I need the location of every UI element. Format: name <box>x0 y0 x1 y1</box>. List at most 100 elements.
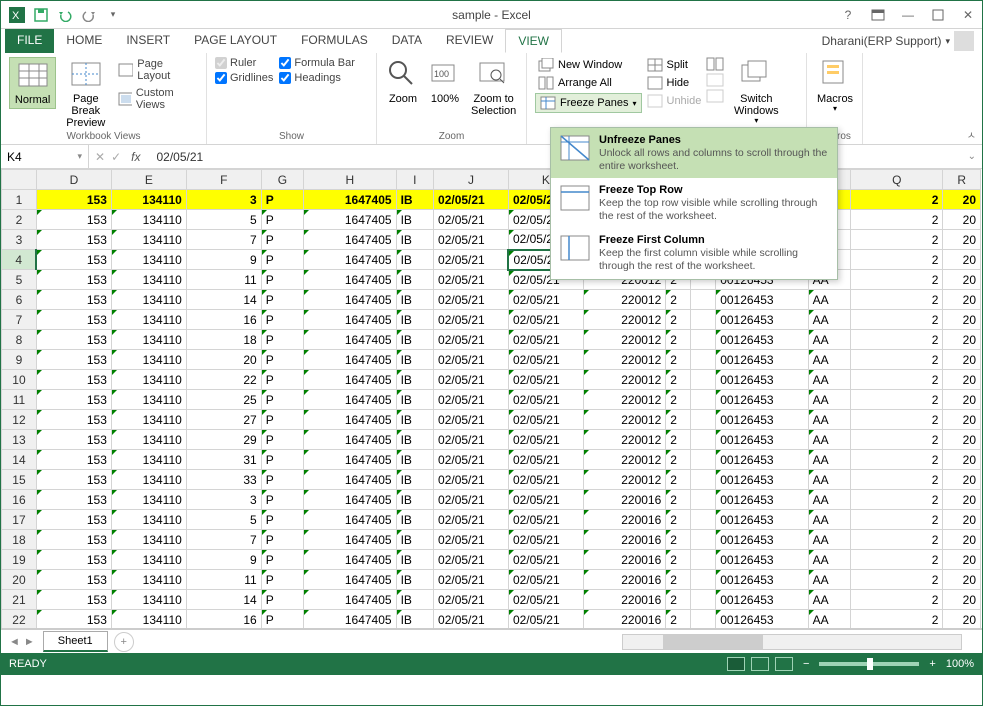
cell[interactable]: IB <box>396 310 433 330</box>
row-header-1[interactable]: 1 <box>2 190 37 210</box>
cell[interactable]: 134110 <box>111 610 186 630</box>
help-icon[interactable]: ? <box>838 5 858 25</box>
cell[interactable]: P <box>261 530 303 550</box>
cell[interactable]: AA <box>808 310 850 330</box>
row-header-3[interactable]: 3 <box>2 230 37 250</box>
cell[interactable]: 02/05/21 <box>434 210 509 230</box>
zoom-100-button[interactable]: 100 100% <box>427 57 463 107</box>
cell[interactable]: 27 <box>186 410 261 430</box>
cell[interactable]: IB <box>396 590 433 610</box>
cell[interactable]: 2 <box>851 250 943 270</box>
cell[interactable]: 2 <box>851 470 943 490</box>
sheet-nav-prev-icon[interactable]: ◄ <box>9 636 20 648</box>
cell[interactable]: 2 <box>851 490 943 510</box>
cell[interactable]: 02/05/21 <box>508 510 583 530</box>
cell[interactable] <box>691 310 716 330</box>
redo-icon[interactable] <box>81 7 97 23</box>
cell[interactable]: 2 <box>666 370 691 390</box>
cell[interactable]: 02/05/21 <box>434 350 509 370</box>
cell[interactable]: 2 <box>666 550 691 570</box>
cell[interactable]: 02/05/21 <box>508 310 583 330</box>
cell[interactable]: 220012 <box>583 470 665 490</box>
cell[interactable]: IB <box>396 530 433 550</box>
cell[interactable]: 220012 <box>583 350 665 370</box>
cell[interactable]: 2 <box>851 210 943 230</box>
row-header-17[interactable]: 17 <box>2 510 37 530</box>
cell[interactable]: 153 <box>36 230 111 250</box>
cell[interactable] <box>691 290 716 310</box>
cell[interactable]: 2 <box>851 430 943 450</box>
cell[interactable]: 1647405 <box>304 290 396 310</box>
cell[interactable]: P <box>261 610 303 630</box>
save-icon[interactable] <box>33 7 49 23</box>
cell[interactable]: 02/05/21 <box>434 250 509 270</box>
cell[interactable]: 11 <box>186 270 261 290</box>
cell[interactable]: IB <box>396 490 433 510</box>
cell[interactable] <box>691 530 716 550</box>
cell[interactable]: 134110 <box>111 290 186 310</box>
cell[interactable]: AA <box>808 590 850 610</box>
cell[interactable]: 153 <box>36 550 111 570</box>
cell[interactable]: 02/05/21 <box>434 590 509 610</box>
cell[interactable]: 153 <box>36 270 111 290</box>
cell[interactable]: 3 <box>186 490 261 510</box>
cell[interactable]: 02/05/21 <box>508 350 583 370</box>
cell[interactable]: 134110 <box>111 190 186 210</box>
cell[interactable]: IB <box>396 270 433 290</box>
cell[interactable]: 00126453 <box>716 430 808 450</box>
cell[interactable]: AA <box>808 510 850 530</box>
tab-formulas[interactable]: FORMULAS <box>289 29 380 53</box>
cell[interactable]: 02/05/21 <box>508 410 583 430</box>
cell[interactable]: 220012 <box>583 290 665 310</box>
cell[interactable]: 00126453 <box>716 410 808 430</box>
cell[interactable]: 1647405 <box>304 470 396 490</box>
cell[interactable]: 2 <box>851 290 943 310</box>
cell[interactable]: P <box>261 570 303 590</box>
freeze-menu-item-2[interactable]: Freeze First ColumnKeep the first column… <box>551 228 837 278</box>
cell[interactable]: 02/05/21 <box>434 290 509 310</box>
cell[interactable]: AA <box>808 390 850 410</box>
new-window-button[interactable]: New Window <box>535 57 642 73</box>
cell[interactable]: 2 <box>851 450 943 470</box>
page-layout-status-icon[interactable] <box>751 657 769 671</box>
cell[interactable]: 2 <box>666 350 691 370</box>
cell[interactable]: 7 <box>186 230 261 250</box>
cell[interactable]: 00126453 <box>716 570 808 590</box>
tab-page-layout[interactable]: PAGE LAYOUT <box>182 29 289 53</box>
col-header-I[interactable]: I <box>396 170 433 190</box>
cell[interactable]: 5 <box>186 510 261 530</box>
cell[interactable]: IB <box>396 570 433 590</box>
cell[interactable]: 2 <box>851 230 943 250</box>
cell[interactable]: 20 <box>943 510 981 530</box>
cell[interactable]: 134110 <box>111 270 186 290</box>
cell[interactable]: 02/05/21 <box>508 430 583 450</box>
cell[interactable]: P <box>261 490 303 510</box>
zoom-selection-button[interactable]: Zoom to Selection <box>469 57 518 119</box>
cell[interactable]: 1647405 <box>304 590 396 610</box>
cell[interactable]: 153 <box>36 570 111 590</box>
cell[interactable]: 2 <box>851 570 943 590</box>
cell[interactable]: 02/05/21 <box>434 190 509 210</box>
tab-file[interactable]: FILE <box>5 29 54 53</box>
cell[interactable]: 220012 <box>583 390 665 410</box>
cell[interactable]: 1647405 <box>304 270 396 290</box>
cell[interactable]: 2 <box>666 310 691 330</box>
cell[interactable]: AA <box>808 550 850 570</box>
cell[interactable]: 134110 <box>111 390 186 410</box>
undo-icon[interactable] <box>57 7 73 23</box>
cell[interactable]: 2 <box>666 610 691 630</box>
row-header-16[interactable]: 16 <box>2 490 37 510</box>
cell[interactable]: 2 <box>851 510 943 530</box>
zoom-button[interactable]: Zoom <box>385 57 421 107</box>
cell[interactable]: P <box>261 430 303 450</box>
cell[interactable]: 14 <box>186 590 261 610</box>
cell[interactable]: 220012 <box>583 410 665 430</box>
cell[interactable]: 02/05/21 <box>434 310 509 330</box>
cell[interactable]: 2 <box>851 330 943 350</box>
cell[interactable]: 00126453 <box>716 530 808 550</box>
col-header-R[interactable]: R <box>943 170 981 190</box>
cell[interactable]: 00126453 <box>716 390 808 410</box>
cell[interactable]: 02/05/21 <box>434 430 509 450</box>
cell[interactable]: 00126453 <box>716 450 808 470</box>
cell[interactable]: 153 <box>36 610 111 630</box>
